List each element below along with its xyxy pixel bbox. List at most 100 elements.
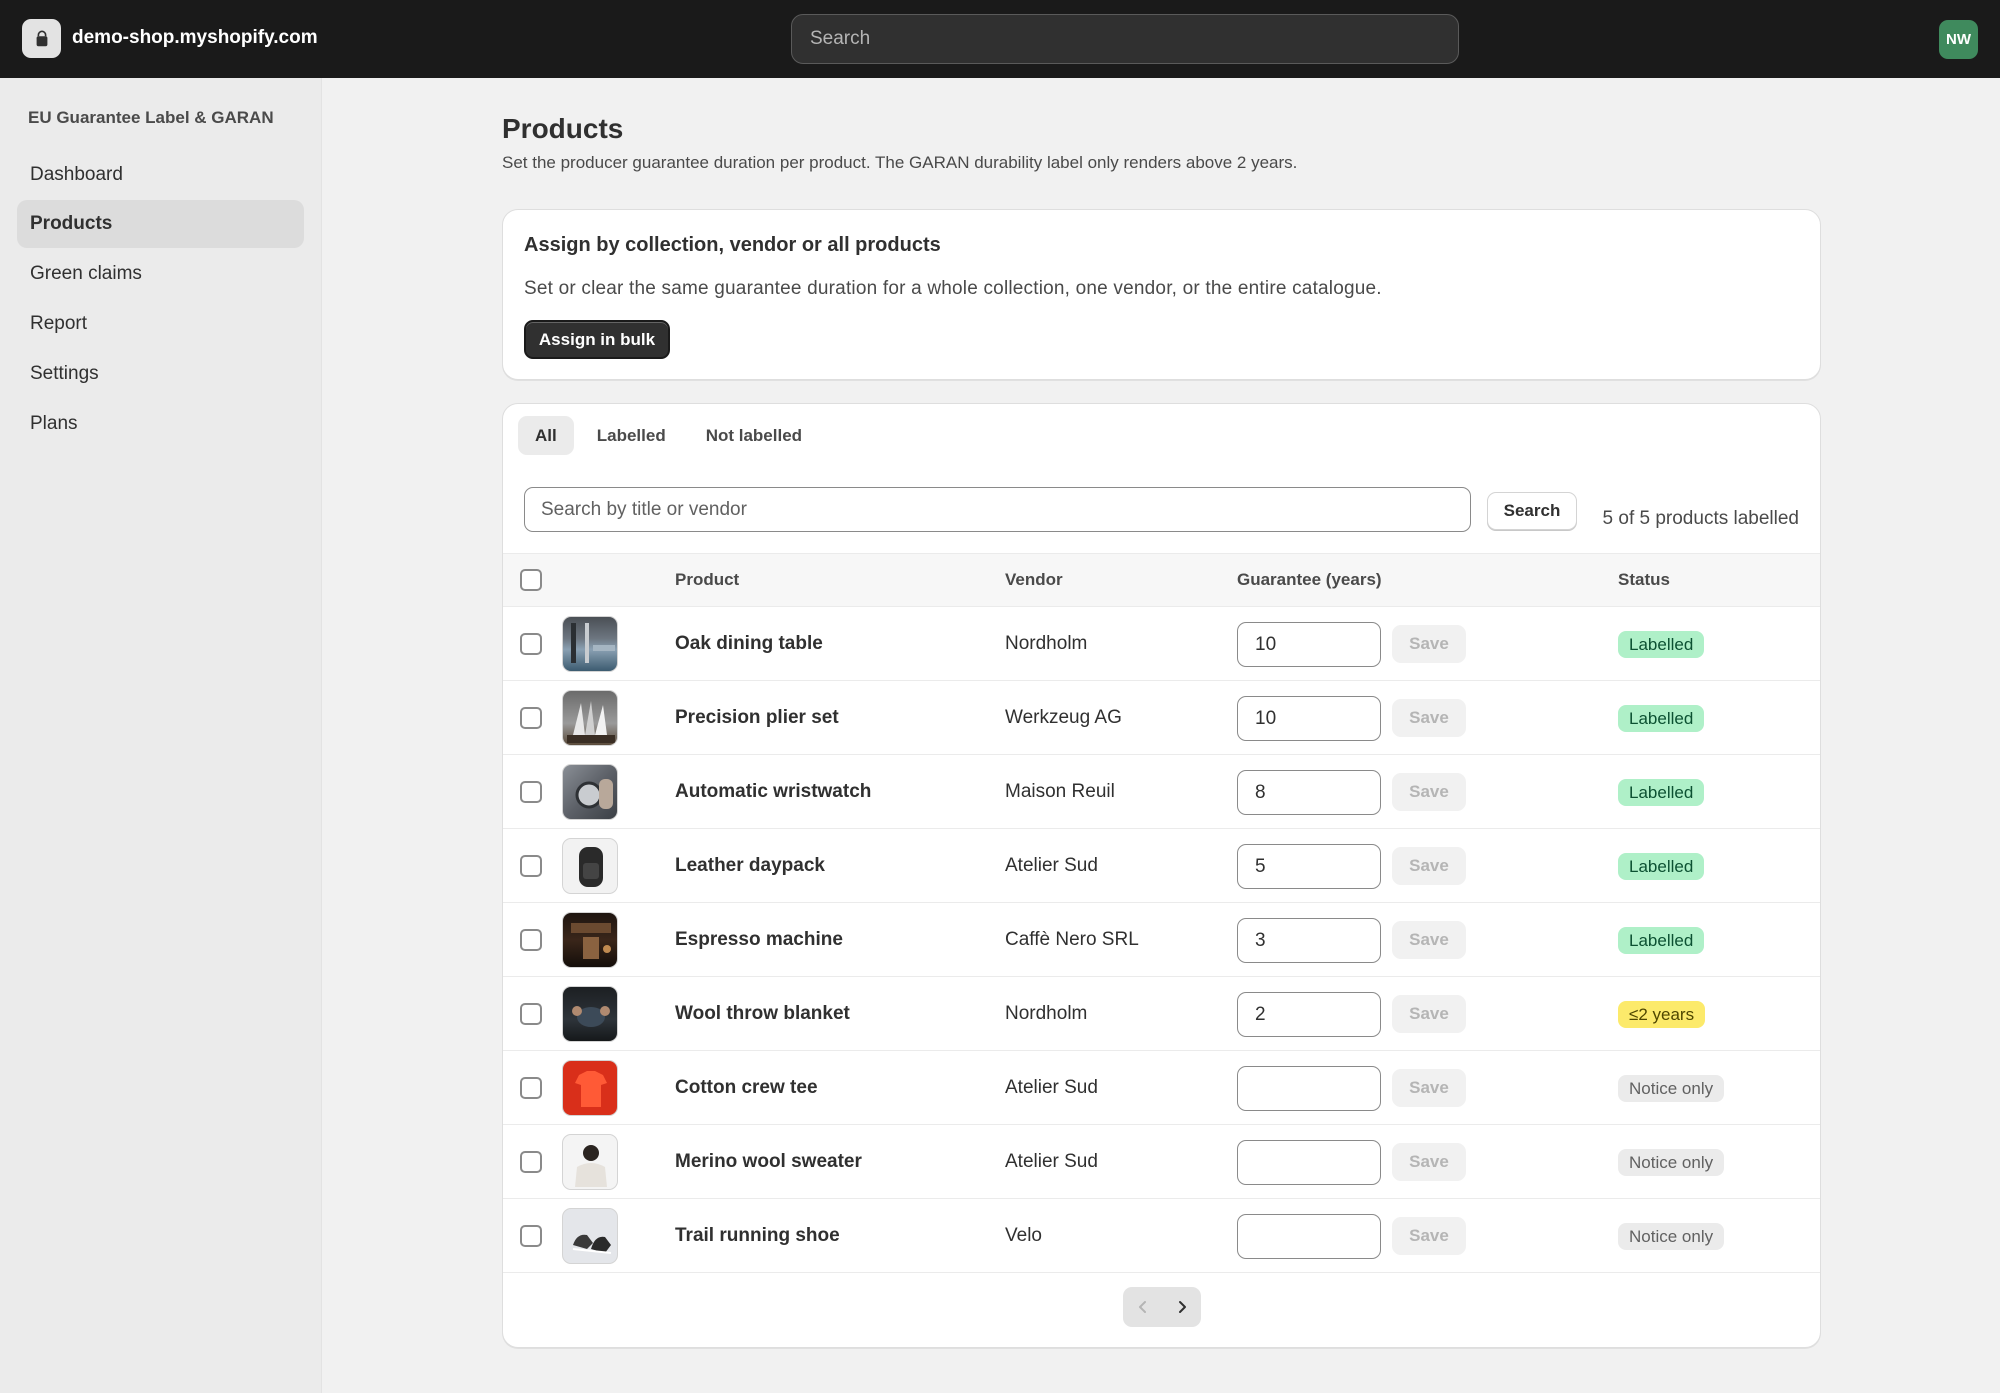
status-badge: Labelled	[1618, 779, 1705, 806]
product-thumbnail[interactable]	[562, 1208, 618, 1264]
save-button[interactable]: Save	[1392, 1217, 1466, 1255]
row-checkbox[interactable]	[520, 929, 542, 951]
save-button[interactable]: Save	[1392, 773, 1466, 811]
bulk-assign-card: Assign by collection, vendor or all prod…	[502, 209, 1821, 380]
status-badge: Notice only	[1618, 1149, 1725, 1176]
product-title[interactable]: Precision plier set	[675, 681, 839, 755]
page-subtitle: Set the producer guarantee duration per …	[502, 153, 1298, 172]
search-button[interactable]: Search	[1487, 492, 1577, 530]
product-vendor: Maison Reuil	[1005, 781, 1115, 802]
product-thumbnail[interactable]	[562, 1060, 618, 1116]
sidebar-item-report[interactable]: Report	[17, 300, 304, 348]
tab-not-labelled[interactable]: Not labelled	[689, 416, 819, 455]
column-header-product[interactable]: Product	[675, 554, 739, 606]
assign-in-bulk-button[interactable]: Assign in bulk	[524, 320, 670, 359]
sidebar-item-settings[interactable]: Settings	[17, 350, 304, 398]
status-badge: Labelled	[1618, 631, 1705, 658]
guarantee-years-input[interactable]: 8	[1237, 770, 1381, 815]
product-vendor: Atelier Sud	[1005, 1077, 1098, 1098]
row-checkbox[interactable]	[520, 1151, 542, 1173]
global-search-input[interactable]: Search	[791, 14, 1459, 64]
guarantee-years-input[interactable]	[1237, 1140, 1381, 1185]
row-checkbox[interactable]	[520, 633, 542, 655]
row-checkbox[interactable]	[520, 781, 542, 803]
product-search-input[interactable]: Search by title or vendor	[524, 487, 1471, 532]
save-button[interactable]: Save	[1392, 1143, 1466, 1181]
product-title[interactable]: Merino wool sweater	[675, 1125, 862, 1199]
table-row: Oak dining table Nordholm 10 Save Labell…	[503, 607, 1820, 681]
product-vendor: Werkzeug AG	[1005, 707, 1122, 728]
product-thumbnail[interactable]	[562, 986, 618, 1042]
product-thumbnail[interactable]	[562, 616, 618, 672]
table-row: Leather daypack Atelier Sud 5 Save Label…	[503, 829, 1820, 903]
guarantee-years-input[interactable]: 5	[1237, 844, 1381, 889]
sidebar-item-dashboard[interactable]: Dashboard	[17, 151, 304, 199]
tab-labelled[interactable]: Labelled	[580, 416, 683, 455]
row-checkbox[interactable]	[520, 855, 542, 877]
guarantee-years-input[interactable]: 3	[1237, 918, 1381, 963]
product-title[interactable]: Wool throw blanket	[675, 977, 850, 1051]
table-row: Trail running shoe Velo Save Notice only	[503, 1199, 1820, 1273]
product-title[interactable]: Oak dining table	[675, 607, 823, 681]
page-title: Products	[502, 113, 624, 144]
table-row: Cotton crew tee Atelier Sud Save Notice …	[503, 1051, 1820, 1125]
product-title[interactable]: Leather daypack	[675, 829, 825, 903]
sidebar-item-plans[interactable]: Plans	[17, 400, 304, 448]
tab-all[interactable]: All	[518, 416, 574, 455]
product-title[interactable]: Cotton crew tee	[675, 1051, 818, 1125]
table-header: Product Vendor Guarantee (years) Status	[503, 553, 1820, 607]
guarantee-years-input[interactable]: 2	[1237, 992, 1381, 1037]
column-header-guarantee[interactable]: Guarantee (years)	[1237, 554, 1382, 606]
avatar[interactable]: NW	[1939, 20, 1978, 59]
chevron-right-icon[interactable]	[1162, 1287, 1201, 1327]
labelled-count: 5 of 5 products labelled	[1602, 508, 1799, 529]
product-thumbnail[interactable]	[562, 838, 618, 894]
store-name[interactable]: demo-shop.myshopify.com	[72, 27, 318, 49]
status-badge: ≤2 years	[1618, 1001, 1706, 1028]
product-vendor: Atelier Sud	[1005, 855, 1098, 876]
column-header-vendor[interactable]: Vendor	[1005, 554, 1063, 606]
save-button[interactable]: Save	[1392, 847, 1466, 885]
row-checkbox[interactable]	[520, 1225, 542, 1247]
sidebar: EU Guarantee Label & GARAN Dashboard Pro…	[0, 78, 322, 1393]
product-title[interactable]: Trail running shoe	[675, 1199, 840, 1273]
guarantee-years-input[interactable]: 10	[1237, 696, 1381, 741]
app-name: EU Guarantee Label & GARAN	[28, 108, 274, 127]
column-header-status[interactable]: Status	[1618, 554, 1670, 606]
status-badge: Labelled	[1618, 853, 1705, 880]
guarantee-years-input[interactable]: 10	[1237, 622, 1381, 667]
status-badge: Labelled	[1618, 705, 1705, 732]
save-button[interactable]: Save	[1392, 995, 1466, 1033]
chevron-left-icon[interactable]	[1123, 1287, 1162, 1327]
guarantee-years-input[interactable]	[1237, 1214, 1381, 1259]
select-all-checkbox[interactable]	[520, 569, 542, 591]
shopping-bag-icon[interactable]	[22, 19, 61, 58]
sidebar-item-green-claims[interactable]: Green claims	[17, 250, 304, 298]
product-title[interactable]: Automatic wristwatch	[675, 755, 871, 829]
guarantee-years-input[interactable]	[1237, 1066, 1381, 1111]
row-checkbox[interactable]	[520, 1077, 542, 1099]
sidebar-item-products[interactable]: Products	[17, 200, 304, 248]
save-button[interactable]: Save	[1392, 699, 1466, 737]
save-button[interactable]: Save	[1392, 625, 1466, 663]
product-thumbnail[interactable]	[562, 690, 618, 746]
bulk-assign-title: Assign by collection, vendor or all prod…	[524, 234, 941, 256]
product-title[interactable]: Espresso machine	[675, 903, 843, 977]
table-row: Espresso machine Caffè Nero SRL 3 Save L…	[503, 903, 1820, 977]
product-vendor: Velo	[1005, 1225, 1042, 1246]
save-button[interactable]: Save	[1392, 921, 1466, 959]
row-checkbox[interactable]	[520, 707, 542, 729]
save-button[interactable]: Save	[1392, 1069, 1466, 1107]
top-bar: demo-shop.myshopify.com Search NW	[0, 0, 2000, 78]
product-thumbnail[interactable]	[562, 912, 618, 968]
table-row: Precision plier set Werkzeug AG 10 Save …	[503, 681, 1820, 755]
bulk-assign-description: Set or clear the same guarantee duration…	[524, 278, 1382, 299]
status-badge: Notice only	[1618, 1075, 1725, 1102]
product-vendor: Atelier Sud	[1005, 1151, 1098, 1172]
status-badge: Notice only	[1618, 1223, 1725, 1250]
product-vendor: Nordholm	[1005, 1003, 1088, 1024]
row-checkbox[interactable]	[520, 1003, 542, 1025]
product-thumbnail[interactable]	[562, 1134, 618, 1190]
table-row: Automatic wristwatch Maison Reuil 8 Save…	[503, 755, 1820, 829]
product-thumbnail[interactable]	[562, 764, 618, 820]
